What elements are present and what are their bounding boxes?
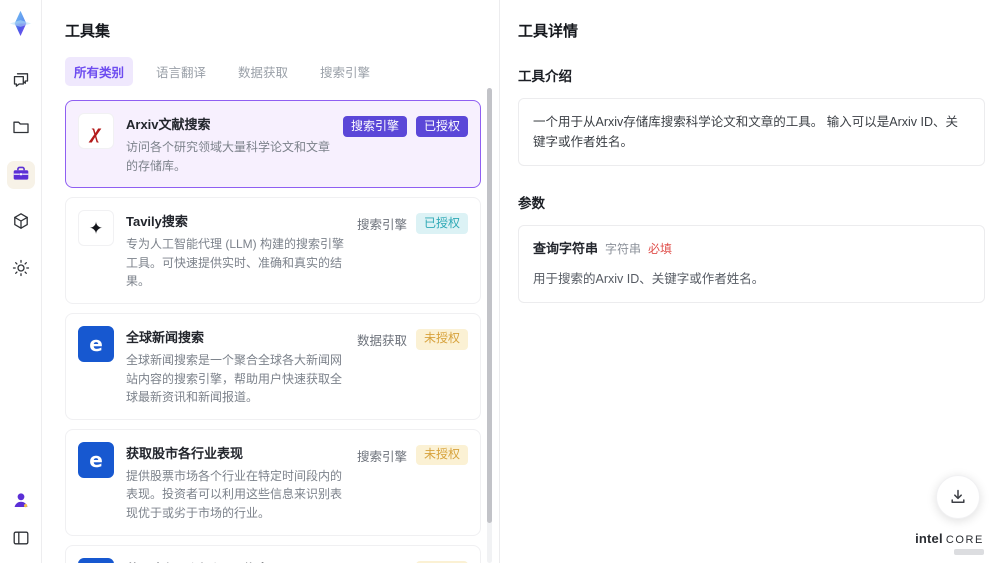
chat-icon [11, 70, 31, 93]
tool-name: Tavily搜索 [126, 214, 188, 230]
stock-sector-logo: e [89, 447, 103, 472]
tool-list-item[interactable]: e 全球新闻搜索 全球新闻搜索是一个聚合全球各大新闻网站内容的搜索引擎，帮助用户… [65, 312, 481, 420]
page-title: 工具集 [65, 23, 111, 40]
tool-description: 全球新闻搜索是一个聚合全球各大新闻网站内容的搜索引擎，帮助用户快速获取全球最新资… [126, 352, 343, 405]
tool-category: 数据获取 [356, 333, 407, 348]
param-box: 查询字符串 字符串 必填 用于搜索的Arxiv ID、关键字或作者姓名。 [518, 225, 985, 303]
tool-details-panel: 工具详情 工具介绍 一个用于从Arxiv存储库搜索科学论文和文章的工具。 输入可… [500, 0, 1000, 563]
tool-list-item[interactable]: ✦ Tavily搜索 专为人工智能代理 (LLM) 构建的搜索引擎工具。可快速提… [65, 197, 481, 304]
gear-icon [11, 258, 31, 281]
left-rail [0, 0, 42, 563]
rail-nav [6, 67, 35, 283]
arxiv-logo-box: χ [78, 113, 114, 149]
rail-button-chat[interactable] [7, 67, 35, 95]
active-stocks-logo-box: e [78, 557, 114, 563]
category-tabs: 所有类别 语言翻译 数据获取 搜索引擎 [65, 57, 499, 86]
tab-2[interactable]: 数据获取 [229, 57, 297, 86]
arxiv-logo: χ [91, 118, 101, 143]
scrollbar-thumb[interactable] [487, 88, 492, 523]
tool-name: Arxiv文献搜索 [126, 117, 211, 132]
param-name: 查询字符串 [533, 241, 599, 256]
tavily-logo-box: ✦ [78, 210, 114, 247]
globe-news-logo-box: e [78, 325, 114, 362]
rail-bottom [7, 487, 35, 553]
app-logo [7, 10, 34, 37]
param-required-badge: 必填 [648, 242, 673, 256]
globe-news-logo: e [89, 331, 103, 356]
param-description: 用于搜索的Arxiv ID、关键字或作者姓名。 [533, 271, 765, 286]
rail-button-collapse-panel[interactable] [7, 525, 35, 553]
tool-category: 搜索引擎 [356, 217, 407, 232]
tool-category: 搜索引擎 [342, 116, 407, 137]
tool-description: 访问各个研究领域大量科学论文和文章的存储库。 [126, 140, 331, 173]
tool-list-item[interactable]: e 获取股市各行业表现 提供股票市场各个行业在特定时间段内的表现。投资者可以利用… [65, 428, 481, 536]
tool-list-panel: 工具集 所有类别 语言翻译 数据获取 搜索引擎 χ Arxiv文献搜索 访问各个研究领… [42, 0, 500, 563]
tool-auth-badge: 已授权 [415, 213, 468, 234]
core-brand-text: CORE [945, 534, 984, 546]
tool-description: 专为人工智能代理 (LLM) 构建的搜索引擎工具。可快速提供实时、准确和真实的结… [126, 237, 345, 289]
intel-brand-text: intel [915, 531, 943, 546]
stock-sector-logo-box: e [78, 441, 114, 478]
briefcase-icon [11, 164, 31, 187]
collapse-panel-icon [11, 528, 31, 551]
cube-icon [11, 211, 31, 234]
tool-list-item[interactable]: χ Arxiv文献搜索 访问各个研究领域大量科学论文和文章的存储库。 搜索引擎 … [65, 100, 481, 189]
tool-name: 全球新闻搜索 [126, 329, 205, 345]
folder-icon [11, 117, 31, 140]
tool-auth-badge: 未授权 [415, 328, 468, 350]
details-title: 工具详情 [518, 23, 579, 40]
intro-box: 一个用于从Arxiv存储库搜索科学论文和文章的工具。 输入可以是Arxiv ID… [518, 98, 985, 166]
rail-button-cube[interactable] [7, 208, 35, 236]
tool-auth-badge: 已授权 [415, 116, 468, 137]
rail-button-folder[interactable] [7, 114, 35, 142]
tavily-logo: ✦ [88, 218, 104, 238]
tab-0[interactable]: 所有类别 [65, 57, 134, 86]
intro-text: 一个用于从Arxiv存储库搜索科学论文和文章的工具。 输入可以是Arxiv ID… [533, 115, 959, 149]
download-button[interactable] [936, 475, 980, 519]
rail-button-briefcase[interactable] [6, 161, 35, 189]
params-heading: 参数 [518, 196, 545, 211]
tool-name: 获取股市各行业表现 [126, 445, 244, 461]
tool-name: 获取市场最活跃股票信息 [126, 559, 344, 563]
tool-list-item[interactable]: e 获取市场最活跃股票信息 提供当天交易量最高的股票列表。投资者可以利用这些信息… [65, 544, 481, 563]
intro-heading: 工具介绍 [518, 69, 572, 84]
avatar-icon [11, 490, 31, 513]
tab-3[interactable]: 搜索引擎 [311, 57, 379, 86]
scrollbar-track [487, 88, 492, 563]
tab-1[interactable]: 语言翻译 [147, 57, 215, 86]
intel-core-badge: intel CORE [915, 531, 984, 555]
rail-button-gear[interactable] [7, 255, 35, 283]
param-header: 查询字符串 字符串 必填 [533, 239, 970, 260]
download-icon [951, 489, 965, 504]
tool-description: 提供股票市场各个行业在特定时间段内的表现。投资者可以利用这些信息来识别表现优于或… [126, 468, 343, 520]
param-type: 字符串 [605, 242, 642, 256]
tool-list: χ Arxiv文献搜索 访问各个研究领域大量科学论文和文章的存储库。 搜索引擎 … [65, 100, 499, 563]
cpu-sub-badge [954, 549, 984, 555]
gem-logo [9, 10, 32, 37]
tool-auth-badge: 未授权 [415, 444, 468, 466]
tool-category: 搜索引擎 [356, 449, 407, 464]
rail-button-avatar[interactable] [7, 487, 35, 515]
